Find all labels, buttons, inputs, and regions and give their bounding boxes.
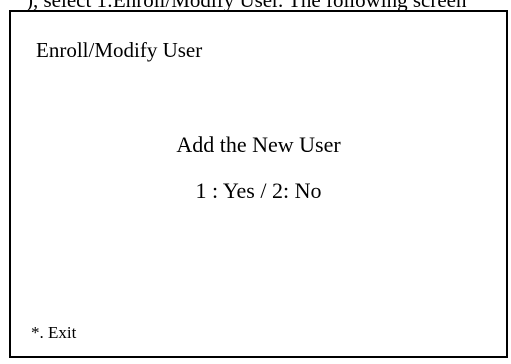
- device-screen: Enroll/Modify User Add the New User 1 : …: [9, 10, 508, 358]
- screen-title: Enroll/Modify User: [36, 38, 203, 62]
- page: ), select 1:Enroll/Modify User. The foll…: [0, 0, 511, 364]
- prompt-options: 1 : Yes / 2: No: [195, 178, 322, 203]
- exit-option: *. Exit: [31, 323, 77, 342]
- prompt-question: Add the New User: [176, 132, 341, 157]
